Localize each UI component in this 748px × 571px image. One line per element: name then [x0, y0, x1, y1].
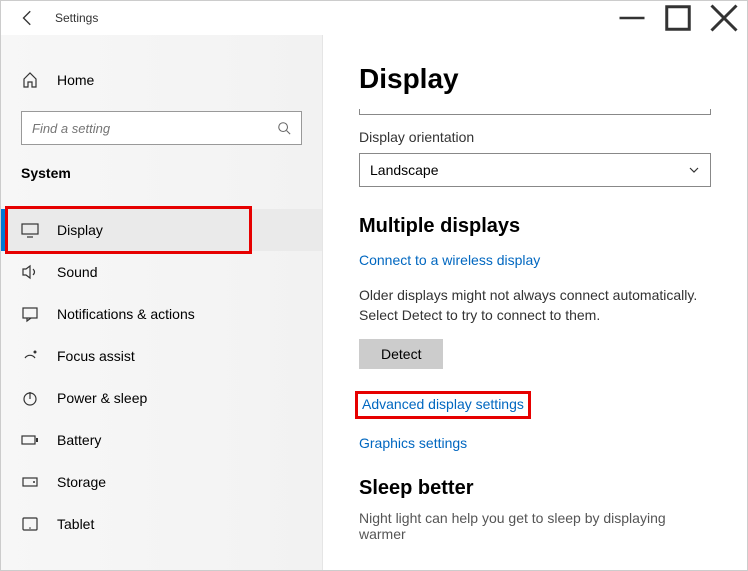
- close-button[interactable]: [701, 3, 747, 33]
- power-icon: [21, 389, 39, 407]
- sidebar-item-tablet[interactable]: Tablet: [1, 503, 322, 545]
- sidebar-home-label: Home: [57, 72, 94, 88]
- maximize-button[interactable]: [655, 3, 701, 33]
- graphics-settings-link[interactable]: Graphics settings: [359, 435, 467, 451]
- sidebar-item-label: Notifications & actions: [57, 306, 195, 322]
- highlight-advanced: Advanced display settings: [355, 391, 531, 419]
- sidebar-item-focus-assist[interactable]: Focus assist: [1, 335, 322, 377]
- back-icon[interactable]: [19, 9, 37, 27]
- wireless-display-link[interactable]: Connect to a wireless display: [359, 252, 540, 268]
- sidebar-item-sound[interactable]: Sound: [1, 251, 322, 293]
- search-icon: [277, 121, 291, 135]
- minimize-button[interactable]: [609, 3, 655, 33]
- sidebar-item-label: Display: [57, 222, 103, 238]
- advanced-display-settings-link[interactable]: Advanced display settings: [362, 396, 524, 412]
- sidebar-item-display[interactable]: Display: [1, 209, 322, 251]
- search-field[interactable]: [32, 121, 277, 136]
- sidebar-item-label: Focus assist: [57, 348, 135, 364]
- display-icon: [21, 221, 39, 239]
- sidebar-item-label: Power & sleep: [57, 390, 147, 406]
- detect-help-text: Older displays might not always connect …: [359, 286, 711, 325]
- page-title: Display: [359, 63, 711, 95]
- sleep-better-text: Night light can help you get to sleep by…: [359, 510, 711, 542]
- sidebar-home[interactable]: Home: [1, 63, 322, 97]
- sidebar-item-label: Storage: [57, 474, 106, 490]
- home-icon: [21, 71, 39, 89]
- orientation-value: Landscape: [370, 162, 439, 178]
- orientation-label: Display orientation: [359, 129, 711, 145]
- notifications-icon: [21, 305, 39, 323]
- detect-button[interactable]: Detect: [359, 339, 443, 369]
- sidebar-item-label: Tablet: [57, 516, 94, 532]
- multiple-displays-title: Multiple displays: [359, 215, 711, 238]
- diagram-bracket: [359, 109, 711, 115]
- search-input[interactable]: [21, 111, 302, 145]
- tablet-icon: [21, 515, 39, 533]
- storage-icon: [21, 473, 39, 491]
- sidebar-item-power-sleep[interactable]: Power & sleep: [1, 377, 322, 419]
- sidebar: Home System Display: [1, 35, 323, 570]
- main-panel: Display Display orientation Landscape Mu…: [323, 35, 747, 570]
- titlebar: Settings: [1, 1, 747, 35]
- sidebar-item-notifications[interactable]: Notifications & actions: [1, 293, 322, 335]
- orientation-dropdown[interactable]: Landscape: [359, 153, 711, 187]
- window-title: Settings: [55, 11, 98, 25]
- sound-icon: [21, 263, 39, 281]
- sidebar-item-label: Battery: [57, 432, 101, 448]
- focus-assist-icon: [21, 347, 39, 365]
- sidebar-category: System: [1, 165, 322, 181]
- sleep-better-title: Sleep better: [359, 477, 711, 500]
- sidebar-item-label: Sound: [57, 264, 97, 280]
- sidebar-item-battery[interactable]: Battery: [1, 419, 322, 461]
- battery-icon: [21, 431, 39, 449]
- sidebar-item-storage[interactable]: Storage: [1, 461, 322, 503]
- chevron-down-icon: [688, 164, 700, 176]
